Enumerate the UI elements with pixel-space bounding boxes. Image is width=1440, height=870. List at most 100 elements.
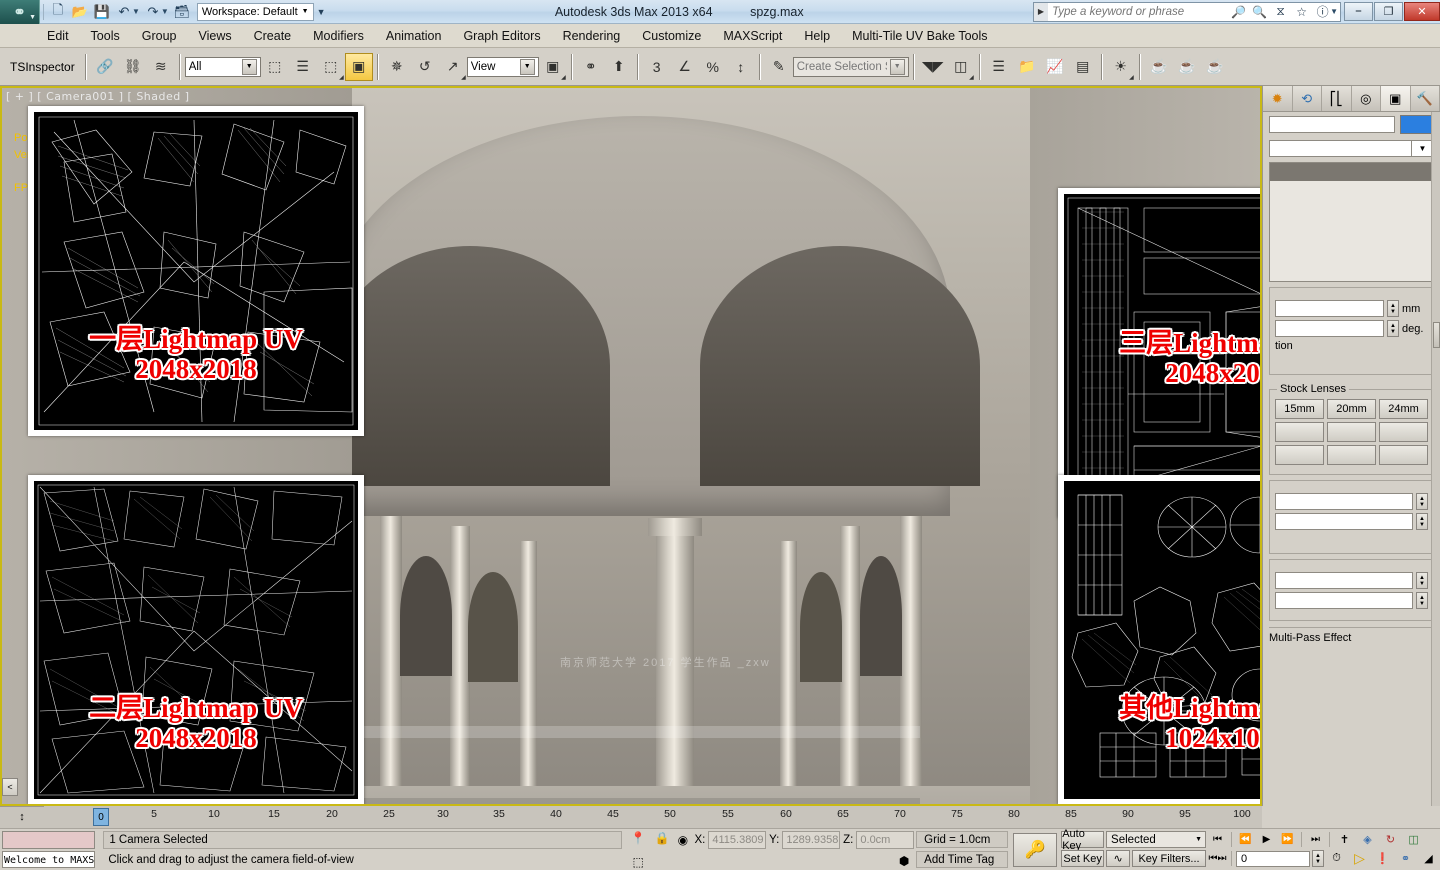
menu-item-edit[interactable]: Edit [36, 24, 80, 48]
bind-to-space-warp-icon[interactable]: ≋ [147, 53, 175, 81]
workspace-selector[interactable]: Workspace: Default ▼ [196, 2, 314, 21]
set-project-folder-button[interactable]: 🗃 [171, 1, 193, 23]
frame-spinner[interactable]: ▲ ▼ [1312, 850, 1325, 867]
layer-manager-icon[interactable]: ☰ [985, 53, 1013, 81]
lens-85mm-button[interactable] [1275, 445, 1324, 465]
rectangular-selection-region-icon[interactable]: ⬚ ◢ [317, 53, 345, 81]
lens-spinner[interactable]: ▲ ▼ [1387, 300, 1399, 317]
absolute-relative-transform-icon[interactable]: ◉ [674, 831, 691, 849]
zoom-icon[interactable]: ✝ [1334, 831, 1355, 848]
lens-20mm-button[interactable]: 20mm [1327, 399, 1376, 419]
menu-item-group[interactable]: Group [131, 24, 188, 48]
far-range-spinner[interactable]: ▲ ▼ [1416, 592, 1428, 609]
snaps-toggle-icon[interactable]: 3 [643, 53, 671, 81]
object-color-swatch[interactable] [1400, 115, 1434, 134]
fov-field[interactable] [1275, 320, 1384, 337]
lens-15mm-button[interactable]: 15mm [1275, 399, 1324, 419]
motion-tab[interactable]: ◎ [1351, 86, 1381, 111]
material-editor-icon[interactable]: ☀ ◢ [1107, 53, 1135, 81]
orbit-icon[interactable]: ⚭ [1395, 850, 1416, 867]
maxscript-output-field[interactable]: Welcome to MAXS [2, 851, 96, 868]
far-range-field[interactable] [1275, 592, 1413, 609]
binoculars-icon[interactable]: 🔎 [1228, 2, 1249, 22]
display-tab[interactable]: ▣ [1381, 86, 1411, 111]
key-mode-selector[interactable]: Selected ▼ [1106, 831, 1207, 848]
restore-button[interactable]: ❐ [1374, 2, 1403, 21]
redo-dropdown-caret-icon[interactable]: ▼ [161, 7, 169, 16]
add-time-tag-button[interactable]: Add Time Tag [916, 851, 1009, 868]
named-selection-set-combo[interactable]: Create Selection Set ▼ [792, 56, 909, 77]
uv-overlay-layer3[interactable]: 三层Lightmap UV 2048x2018 [1058, 188, 1262, 518]
key-filters-button[interactable]: Key Filters... [1132, 850, 1207, 867]
lens-135mm-button[interactable] [1327, 445, 1376, 465]
selection-lock-toggle-icon[interactable]: 🔒 [652, 829, 672, 847]
near-clip-spinner[interactable]: ▲ ▼ [1416, 493, 1428, 510]
y-field[interactable]: 1289.9358 [782, 831, 841, 849]
render-setup-icon[interactable]: ☕ [1145, 53, 1173, 81]
adaptive-degradation-icon[interactable]: ⬚ [628, 853, 648, 870]
maximize-viewport-toggle-icon[interactable]: ▷ [1349, 850, 1370, 867]
lens-24mm-button[interactable]: 24mm [1379, 399, 1428, 419]
uv-overlay-layer1[interactable]: 一层Lightmap UV 2048x2018 [28, 106, 364, 436]
track-bar[interactable]: ↕ 0 5 10 15 20 25 30 35 40 45 50 55 60 6… [0, 806, 1262, 828]
current-frame-field[interactable]: 0 [1236, 850, 1311, 867]
key-mode-toggle-icon[interactable]: ⏮⏭ [1208, 851, 1227, 867]
select-and-rotate-icon[interactable]: ↺ [411, 53, 439, 81]
curve-filter-icon[interactable]: ∿ [1106, 850, 1131, 867]
lens-35mm-button[interactable] [1327, 422, 1376, 442]
menu-item-rendering[interactable]: Rendering [552, 24, 632, 48]
zoom-all-icon[interactable]: ◈ [1357, 831, 1378, 848]
far-clip-spinner[interactable]: ▲ ▼ [1416, 513, 1428, 530]
menu-item-views[interactable]: Views [187, 24, 242, 48]
open-mini-curve-editor-button[interactable]: ↕ [0, 806, 44, 828]
select-and-move-icon[interactable]: ✵ [383, 53, 411, 81]
spinner-snap-toggle-icon[interactable]: ↕ [727, 53, 755, 81]
schematic-view-icon[interactable]: ▤ [1069, 53, 1097, 81]
command-panel-scrollbar[interactable] [1431, 112, 1440, 806]
set-key-button[interactable]: Set Key [1061, 850, 1105, 867]
keyboard-shortcut-override-icon[interactable]: ⬆ [605, 53, 633, 81]
menu-item-modifiers[interactable]: Modifiers [302, 24, 375, 48]
time-configuration-icon[interactable]: ⏱ [1326, 850, 1347, 867]
scene-explorer-icon[interactable]: 📁 [1013, 53, 1041, 81]
render-production-icon[interactable]: ☕ [1201, 53, 1229, 81]
near-clip-field[interactable] [1275, 493, 1413, 510]
selection-lock-pin-icon[interactable]: 📍 [628, 829, 648, 847]
select-object-icon[interactable]: ⬚ [261, 53, 289, 81]
hierarchy-tab[interactable]: ⎡⎣ [1322, 86, 1352, 111]
pan-view-icon[interactable]: ❗ [1372, 850, 1393, 867]
rendered-frame-window-icon[interactable]: ☕ [1173, 53, 1201, 81]
lens-50mm-button[interactable] [1379, 422, 1428, 442]
zoom-region-icon[interactable]: ◫ [1403, 831, 1424, 848]
maximize-viewport-icon[interactable]: ◢ [1418, 850, 1439, 867]
create-tab[interactable]: ✹ [1263, 86, 1293, 111]
chevron-down-icon[interactable]: ▼ [1411, 141, 1433, 156]
time-slider-handle[interactable]: 0 [93, 808, 109, 826]
select-and-scale-icon[interactable]: ↗ ◢ [439, 53, 467, 81]
minimize-button[interactable]: ⎯ [1344, 2, 1373, 21]
open-file-button[interactable]: 📂 [69, 1, 91, 23]
curve-editor-icon[interactable]: 📈 [1041, 53, 1069, 81]
go-to-end-button[interactable]: ⏭ [1306, 832, 1325, 848]
menu-item-multi-tile-uv-bake-tools[interactable]: Multi-Tile UV Bake Tools [841, 24, 998, 48]
timeline-ruler[interactable]: 0 5 10 15 20 25 30 35 40 45 50 55 60 65 … [44, 806, 1262, 828]
align-icon[interactable]: ◫ ◢ [947, 53, 975, 81]
zoom-extents-icon[interactable]: ↻ [1380, 831, 1401, 848]
use-center-flyout-icon[interactable]: ▣ ◢ [539, 53, 567, 81]
select-and-manipulate-icon[interactable]: ⚭ [577, 53, 605, 81]
chevron-down-icon[interactable]: ▼ [519, 58, 535, 75]
select-by-name-icon[interactable]: ☰ [289, 53, 317, 81]
menu-item-graph-editors[interactable]: Graph Editors [452, 24, 551, 48]
go-to-start-button[interactable]: ⏮ [1208, 832, 1227, 848]
maxscript-mini-listener[interactable]: Welcome to MAXS [0, 829, 97, 870]
previous-frame-button[interactable]: ⏪ [1236, 832, 1255, 848]
next-frame-button[interactable]: ⏩ [1278, 832, 1297, 848]
x-field[interactable]: 4115.3809 [708, 831, 767, 849]
object-type-combo[interactable]: ▼ [1269, 140, 1434, 157]
angle-snap-toggle-icon[interactable]: ∠ [671, 53, 699, 81]
favorite-star-icon[interactable]: ☆ [1291, 2, 1312, 22]
object-name-field[interactable] [1269, 116, 1395, 133]
lens-field[interactable] [1275, 300, 1384, 317]
viewport-label[interactable]: [ + ] [ Camera001 ] [ Shaded ] [6, 90, 190, 103]
percent-snap-toggle-icon[interactable]: % [699, 53, 727, 81]
